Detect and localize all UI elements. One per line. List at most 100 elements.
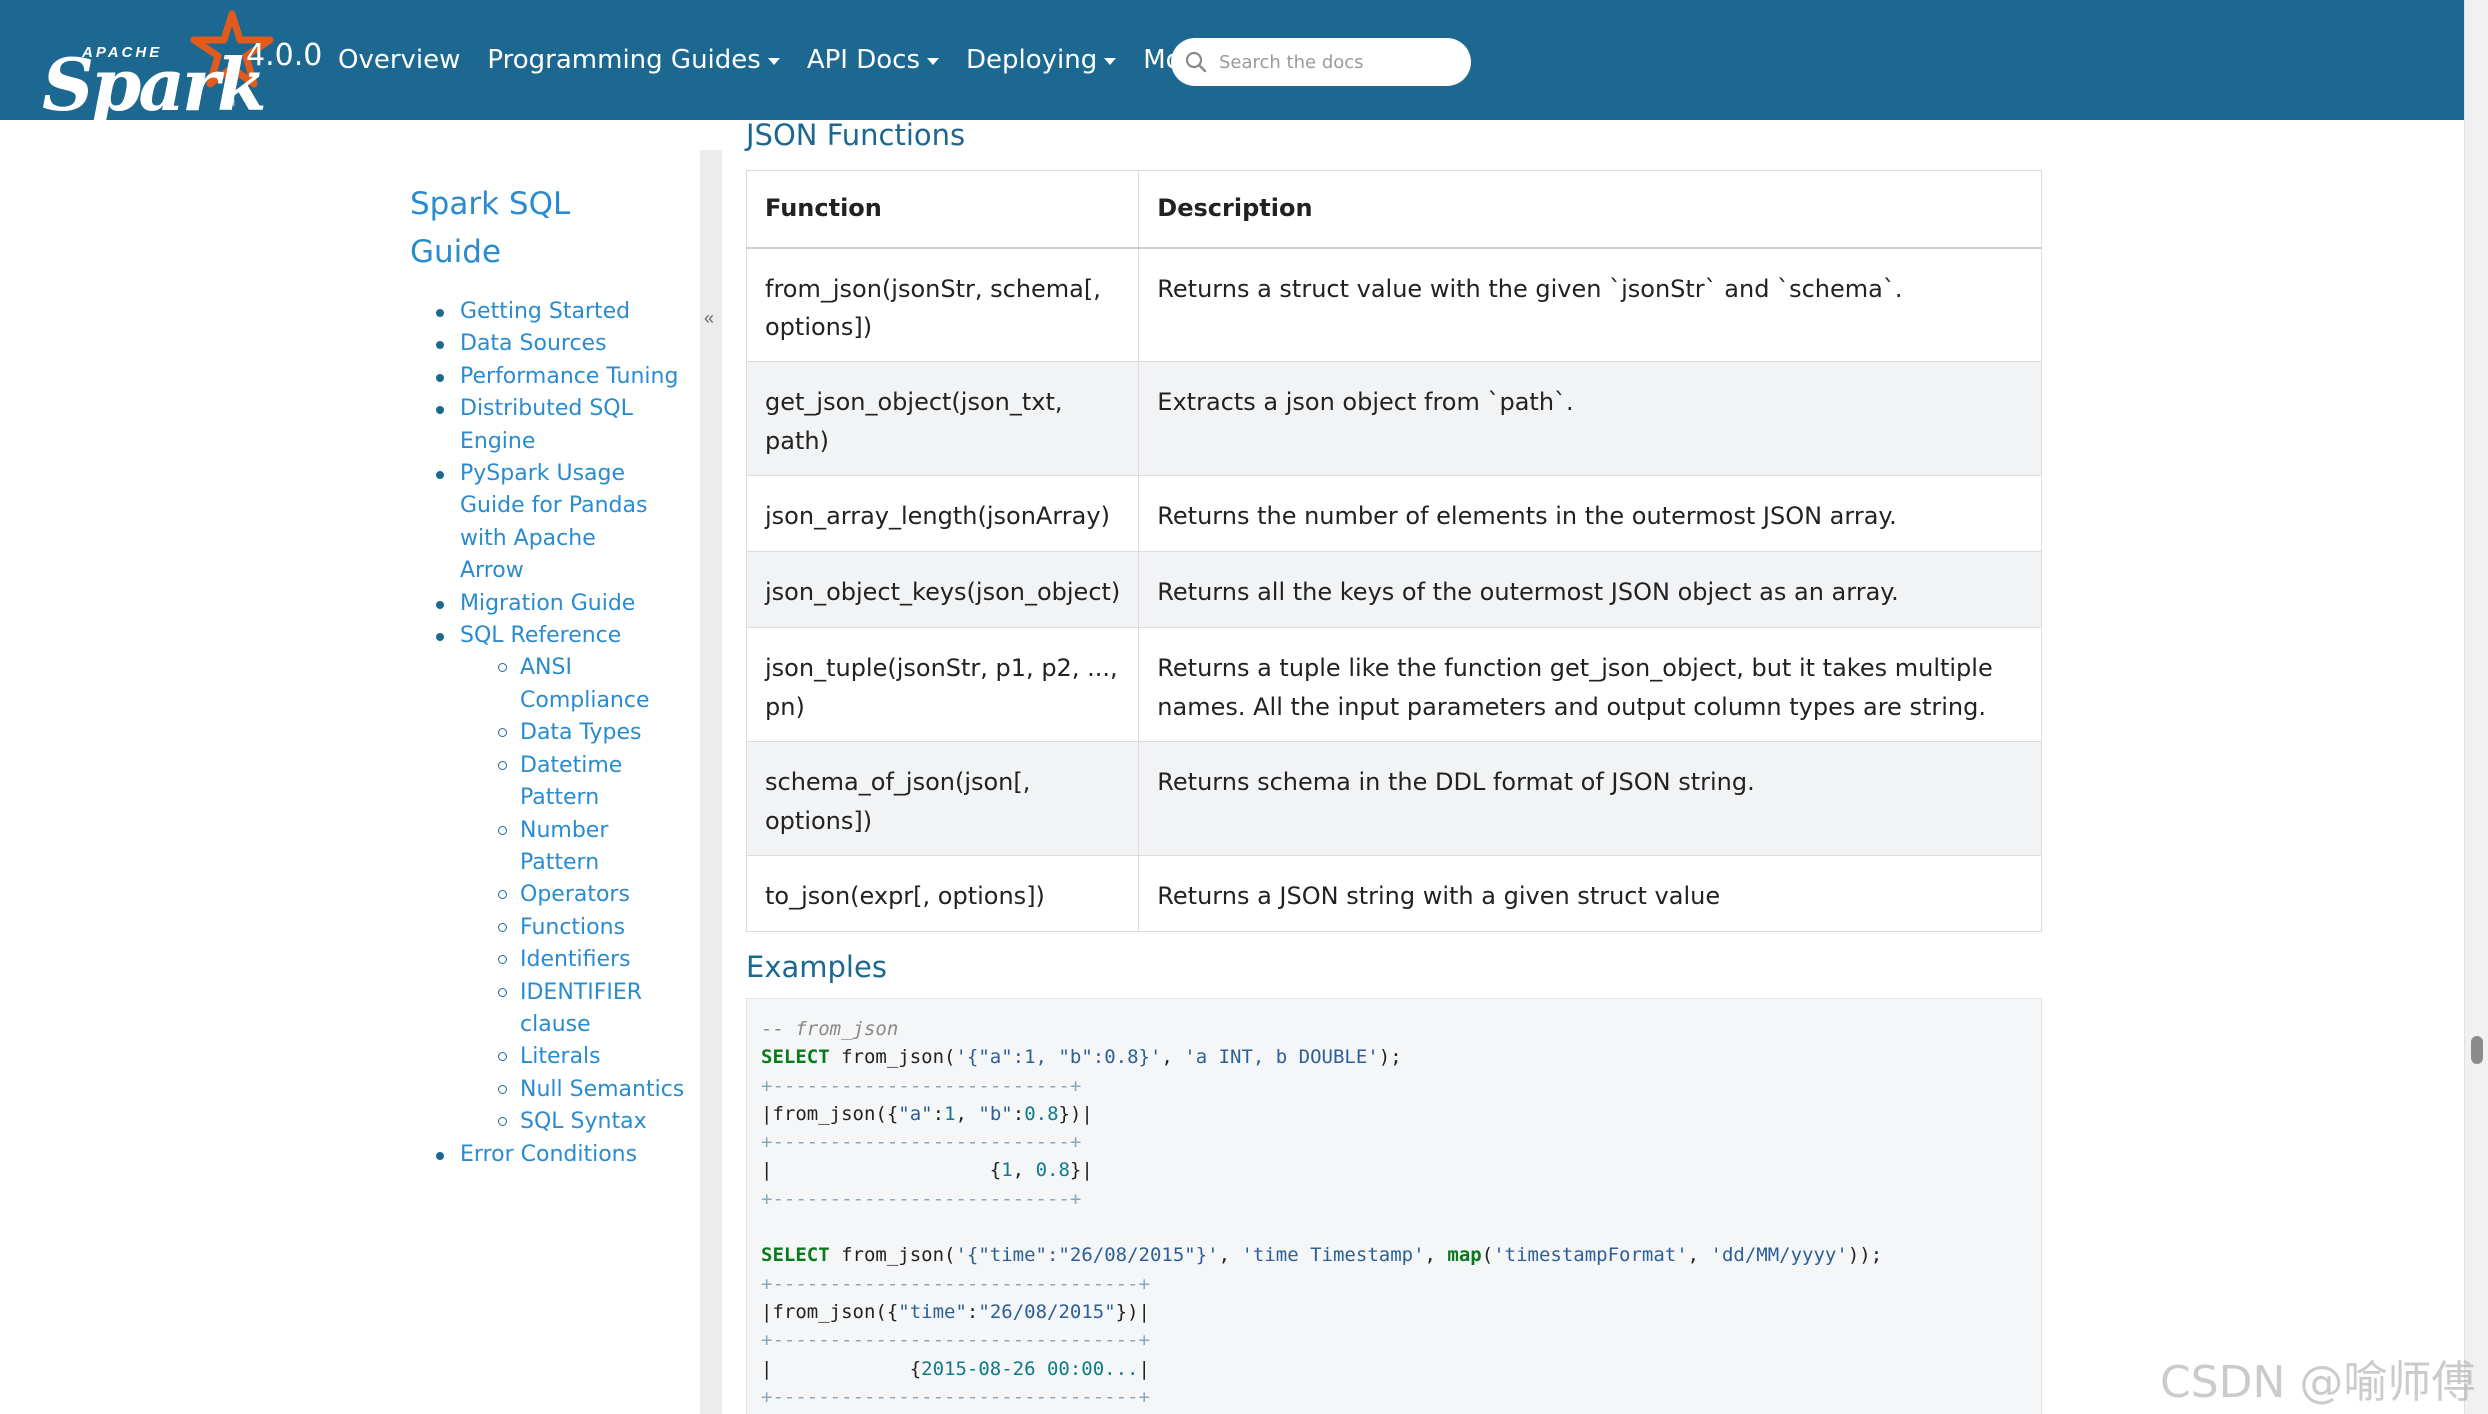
code-text: ,	[1012, 1159, 1036, 1182]
sublink-data-types[interactable]: Data Types	[520, 720, 642, 745]
nav-deploying[interactable]: Deploying	[966, 45, 1117, 75]
sidebar-link-distributed-sql[interactable]: Distributed SQL Engine	[460, 396, 633, 453]
json-functions-table: Function Description from_json(jsonStr, …	[745, 170, 2042, 932]
code-text: ,	[1424, 1244, 1448, 1267]
code-string: 'a INT, b DOUBLE'	[1184, 1046, 1379, 1069]
sublink-number-pattern[interactable]: Number Pattern	[520, 818, 608, 875]
sublink-operators[interactable]: Operators	[520, 882, 630, 907]
subitem-identifier-clause: IDENTIFIER clause	[410, 977, 650, 1042]
sidebar-item-distributed-sql: Distributed SQL Engine	[410, 393, 650, 458]
sidebar-item-getting-started: Getting Started	[410, 296, 690, 328]
sidebar-link-getting-started[interactable]: Getting Started	[460, 299, 630, 324]
sublink-datetime-pattern[interactable]: Datetime Pattern	[520, 753, 622, 810]
sidebar-title[interactable]: Spark SQL Guide	[410, 180, 690, 276]
code-number: 0.8	[1024, 1102, 1059, 1125]
code-text: ,	[955, 1102, 979, 1125]
sidebar-link-data-sources[interactable]: Data Sources	[460, 331, 607, 356]
code-table-border: +--------------------------------+	[761, 1385, 1150, 1408]
sublink-identifier-clause[interactable]: IDENTIFIER clause	[520, 980, 642, 1037]
table-row: json_tuple(jsonStr, p1, p2, ..., pn) Ret…	[745, 627, 2042, 742]
code-text: })|	[1115, 1300, 1150, 1323]
cell-function: from_json(jsonStr, schema[, options])	[745, 247, 1140, 362]
csdn-watermark: CSDN @喻师傅	[2160, 1357, 2476, 1408]
subitem-literals: Literals	[410, 1041, 690, 1073]
code-keyword: SELECT	[761, 1244, 830, 1267]
code-text: :	[1012, 1102, 1025, 1125]
sidebar-item-error-conditions: Error Conditions	[410, 1139, 690, 1171]
scrollbar-thumb[interactable]	[2471, 1036, 2483, 1064]
sidebar-link-migration-guide[interactable]: Migration Guide	[460, 591, 635, 616]
code-keyword: SELECT	[761, 1046, 830, 1069]
search-input[interactable]	[1219, 51, 1449, 73]
code-string: "a"	[898, 1102, 933, 1125]
sublink-literals[interactable]: Literals	[520, 1044, 601, 1069]
cell-description: Returns a struct value with the given `j…	[1138, 247, 2042, 362]
code-text: );	[1378, 1046, 1402, 1069]
sublink-identifiers[interactable]: Identifiers	[520, 947, 631, 972]
cell-description: Returns the number of elements in the ou…	[1138, 475, 2042, 552]
nav-programming-guides[interactable]: Programming Guides	[487, 45, 780, 75]
code-keyword: map	[1447, 1244, 1482, 1267]
sidebar-link-performance-tuning[interactable]: Performance Tuning	[460, 364, 678, 389]
top-navbar: APACHE Spark TM 4.0.0 Overview Programmi…	[0, 0, 2464, 127]
subitem-operators: Operators	[410, 879, 690, 911]
code-number: 1	[1001, 1159, 1013, 1182]
cell-function: json_array_length(jsonArray)	[745, 475, 1140, 552]
code-string: 'time Timestamp'	[1241, 1244, 1425, 1267]
code-text: }|	[1069, 1159, 1093, 1182]
sidebar-collapse-toggle[interactable]: «	[704, 308, 714, 329]
cell-function: json_tuple(jsonStr, p1, p2, ..., pn)	[745, 627, 1140, 742]
code-text: from_json(	[829, 1244, 956, 1267]
code-table-border: +--------------------------+	[761, 1187, 1082, 1210]
sublink-ansi-compliance[interactable]: ANSI Compliance	[520, 655, 650, 712]
search-icon	[1185, 51, 1207, 73]
sublink-null-semantics[interactable]: Null Semantics	[520, 1077, 684, 1102]
sidebar-link-sql-reference[interactable]: SQL Reference	[460, 623, 621, 648]
sidebar-divider	[700, 150, 722, 1414]
code-string: '{"a":1, "b":0.8}'	[955, 1046, 1162, 1069]
code-string: 'dd/MM/yyyy'	[1710, 1244, 1848, 1267]
caret-down-icon	[1104, 57, 1117, 65]
sidebar-title-line2: Guide	[410, 234, 502, 270]
search-box[interactable]	[1171, 38, 1471, 86]
examples-heading: Examples	[746, 950, 887, 984]
sidebar: Spark SQL Guide Getting Started Data Sou…	[410, 180, 690, 1171]
code-text: |from_json({	[761, 1300, 899, 1323]
code-table-border: +--------------------------------+	[761, 1329, 1150, 1352]
nav-api-docs[interactable]: API Docs	[807, 45, 939, 75]
code-text: |from_json({	[761, 1102, 899, 1125]
caret-down-icon	[927, 57, 939, 65]
nav-overview[interactable]: Overview	[338, 45, 460, 75]
table-row: to_json(expr[, options]) Returns a JSON …	[745, 855, 2042, 932]
code-number: 0.8	[1035, 1159, 1070, 1182]
nav-menu: Overview Programming Guides API Docs Dep…	[338, 0, 1254, 120]
table-row: get_json_object(json_txt, path) Extracts…	[745, 361, 2042, 476]
table-row: json_object_keys(json_object) Returns al…	[745, 551, 2042, 628]
nav-programming-guides-label: Programming Guides	[487, 45, 761, 75]
code-number: 2015-08-26 00:00...	[921, 1357, 1139, 1380]
code-text: })|	[1058, 1102, 1093, 1125]
cell-description: Returns schema in the DDL format of JSON…	[1138, 741, 2042, 856]
sidebar-link-pyspark-guide[interactable]: PySpark Usage Guide for Pandas with Apac…	[460, 461, 647, 583]
nav-api-docs-label: API Docs	[806, 45, 920, 75]
code-text: (	[1481, 1244, 1494, 1267]
header-description: Description	[1138, 170, 2042, 249]
json-functions-heading: JSON Functions	[746, 118, 966, 152]
subitem-datetime-pattern: Datetime Pattern	[410, 750, 622, 815]
page-scrollbar[interactable]	[2464, 0, 2488, 1414]
code-example-block[interactable]: -- from_json SELECT from_json('{"a":1, "…	[746, 998, 2042, 1414]
code-text: ,	[1161, 1046, 1185, 1069]
table-header-row: Function Description	[745, 170, 2042, 249]
version-label[interactable]: 4.0.0	[246, 38, 322, 73]
json-functions-table-wrap: Function Description from_json(jsonStr, …	[745, 170, 2042, 932]
sidebar-link-error-conditions[interactable]: Error Conditions	[460, 1142, 637, 1167]
code-text: |	[1138, 1357, 1150, 1380]
sublink-sql-syntax[interactable]: SQL Syntax	[520, 1109, 647, 1134]
subitem-null-semantics: Null Semantics	[410, 1074, 690, 1106]
code-string: "time"	[898, 1300, 967, 1323]
spark-logo[interactable]: APACHE Spark TM	[36, 6, 274, 127]
code-text: :	[932, 1102, 945, 1125]
sql-reference-sublist: ANSI Compliance Data Types Datetime Patt…	[410, 652, 690, 1138]
sublink-functions[interactable]: Functions	[520, 915, 625, 940]
sidebar-title-line1: Spark SQL	[410, 186, 571, 222]
